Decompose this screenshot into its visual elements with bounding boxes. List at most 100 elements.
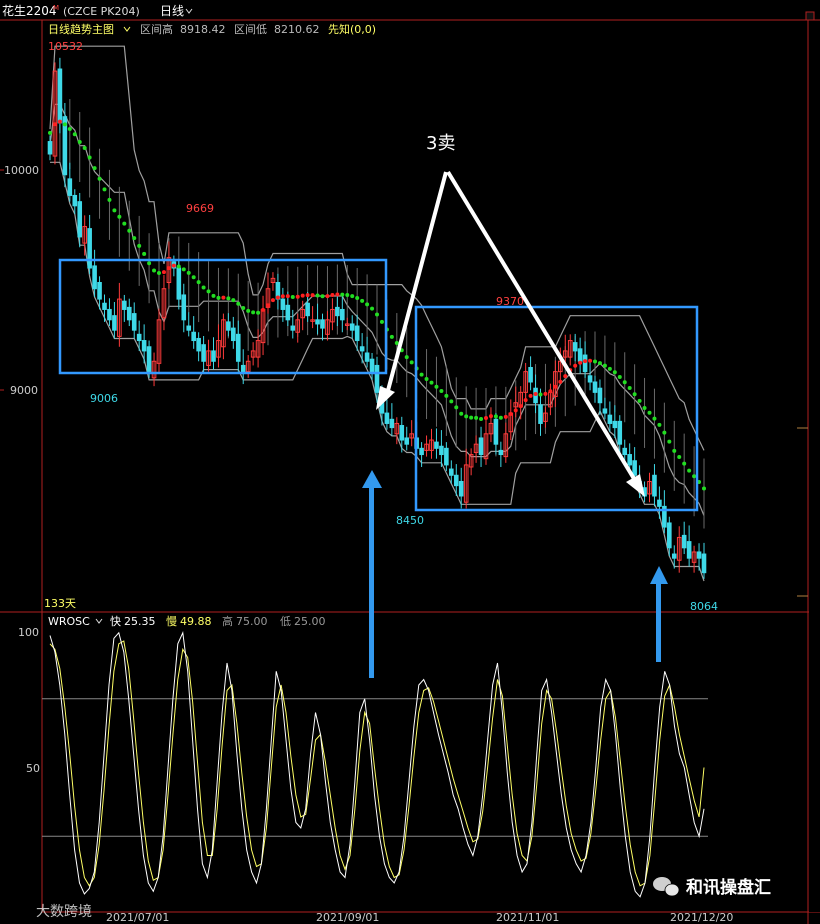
- watermark-right: 和讯操盘汇: [686, 877, 771, 898]
- sell-signal-label: 3卖: [426, 133, 455, 154]
- trend-point: [340, 292, 345, 297]
- chevron-down-icon[interactable]: [95, 618, 103, 624]
- trend-point: [513, 408, 518, 413]
- high-level-value: 75.00: [236, 615, 268, 628]
- trend-point: [692, 474, 697, 479]
- sub-indicator-name[interactable]: WROSC: [48, 615, 90, 628]
- candle-body: [458, 480, 464, 497]
- trend-point: [434, 384, 439, 389]
- candle-body: [399, 425, 405, 441]
- trend-point: [48, 130, 52, 135]
- candle-body: [196, 337, 201, 352]
- trend-point: [528, 393, 533, 398]
- slow-label: 慢: [166, 615, 177, 628]
- trend-point: [186, 270, 191, 275]
- trend-point: [469, 415, 474, 420]
- chevron-down-icon[interactable]: [185, 8, 193, 14]
- trend-point: [429, 380, 434, 385]
- low-level-label: 低: [280, 615, 291, 628]
- candle-body: [627, 454, 632, 466]
- candle-body: [87, 228, 92, 269]
- candle-body: [285, 304, 291, 321]
- instrument-name: 花生2204: [2, 3, 57, 18]
- candle-body: [231, 327, 236, 342]
- trend-point: [335, 292, 340, 297]
- candle-body: [577, 348, 583, 362]
- trend-point: [508, 411, 513, 416]
- trend-point: [87, 155, 92, 160]
- trend-point: [627, 386, 632, 391]
- trend-point: [612, 370, 617, 375]
- candle-body: [186, 325, 192, 331]
- candle-body: [498, 449, 504, 456]
- blue-arrow-2-head: [650, 566, 668, 584]
- trend-point: [602, 363, 607, 368]
- trend-point: [607, 366, 612, 371]
- candle-body: [493, 418, 499, 445]
- trend-point: [77, 139, 82, 144]
- candle-body: [354, 325, 360, 342]
- y-tick-9000: 9000: [10, 384, 38, 397]
- trend-point: [330, 292, 335, 297]
- panel-toggle-button[interactable]: [805, 11, 815, 21]
- trend-point: [553, 384, 558, 389]
- trend-point: [538, 392, 543, 397]
- trend-point: [365, 302, 370, 307]
- main-indicator-name[interactable]: 日线趋势主图: [48, 22, 114, 36]
- trend-point: [444, 393, 449, 398]
- period-selector[interactable]: 日线: [160, 4, 184, 18]
- candle-body: [667, 522, 672, 549]
- candle-body: [671, 553, 677, 559]
- trend-point: [191, 275, 196, 280]
- trend-point: [107, 197, 112, 202]
- candle-body: [359, 346, 365, 352]
- trend-point: [583, 359, 588, 364]
- annotation-8064: 8064: [690, 600, 718, 613]
- trend-point: [409, 360, 414, 365]
- range-low-label: 区间低: [234, 23, 267, 36]
- trend-point: [137, 243, 142, 248]
- candle-body: [305, 302, 310, 317]
- candle-body: [201, 344, 206, 362]
- trend-point: [67, 127, 72, 132]
- trend-point: [370, 306, 375, 311]
- candle-body: [384, 412, 390, 424]
- trend-point: [597, 361, 602, 366]
- range-high-label: 区间高: [140, 22, 173, 36]
- annotation-9370: 9370: [496, 295, 524, 308]
- candle-body: [419, 447, 424, 456]
- trend-point: [112, 208, 117, 213]
- candle-body: [453, 474, 459, 487]
- trend-point: [122, 221, 127, 226]
- trend-point: [221, 295, 226, 300]
- candle-body: [141, 340, 147, 352]
- trend-point: [647, 410, 652, 415]
- trend-point: [379, 319, 384, 324]
- wrosc-oscillator: [42, 630, 708, 898]
- trend-point: [251, 310, 256, 315]
- trend-point: [310, 293, 315, 298]
- trend-point: [315, 293, 320, 298]
- trend-point: [295, 294, 300, 299]
- trend-point: [479, 417, 484, 422]
- trend-point: [593, 359, 597, 364]
- trend-point: [196, 280, 201, 285]
- candle-body: [226, 321, 231, 331]
- trend-point: [439, 389, 444, 394]
- x-label-dec: 2021/12/20: [670, 911, 733, 924]
- wechat-icon: [653, 877, 680, 897]
- range-high-value: 8918.42: [180, 23, 226, 36]
- candle-body: [112, 315, 117, 331]
- candle-body: [607, 414, 613, 424]
- trend-point: [157, 270, 161, 275]
- trend-point: [657, 422, 662, 427]
- slow-line: [49, 640, 705, 887]
- trend-point: [389, 334, 394, 339]
- trend-point: [662, 430, 667, 435]
- blue-arrow-1-head: [362, 470, 382, 488]
- candle-body: [434, 441, 439, 449]
- trend-point: [280, 294, 285, 299]
- low-level-value: 25.00: [294, 615, 326, 628]
- chevron-down-icon[interactable]: [123, 26, 131, 32]
- annotation-9006: 9006: [90, 392, 118, 405]
